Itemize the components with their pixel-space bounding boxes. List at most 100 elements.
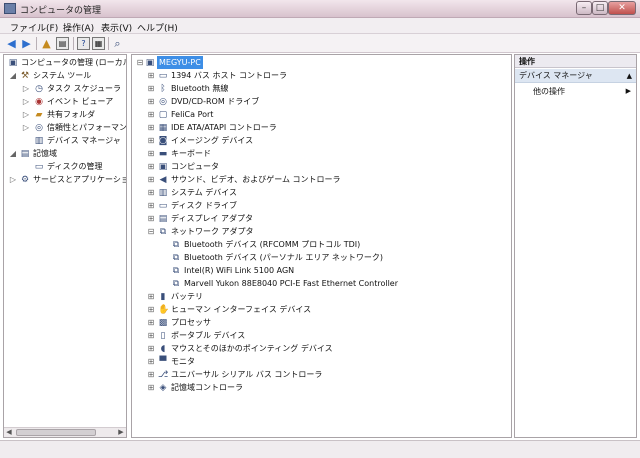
computer-icon: ▣ xyxy=(8,58,18,68)
device-category-storage-controller[interactable]: ⊞ ◈ 記憶域コントローラ xyxy=(134,381,504,394)
scroll-right-arrow-icon[interactable]: ▶ xyxy=(116,428,126,437)
network-adapter-item[interactable]: ⧉ Marvell Yukon 88E8040 PCI-E Fast Ethern… xyxy=(134,277,504,290)
back-arrow-icon[interactable]: ◀ xyxy=(5,37,18,50)
tree-item-system-tools[interactable]: ◢ ⚒ システム ツール xyxy=(6,69,126,82)
menu-file[interactable]: ファイル(F) xyxy=(10,21,58,34)
collapse-arrow-icon[interactable]: ◢ xyxy=(9,72,17,80)
close-button[interactable]: ✕ xyxy=(608,1,636,15)
show-hide-tree-icon[interactable]: ▤ xyxy=(56,37,69,50)
collapse-caret-icon[interactable]: ▲ xyxy=(627,69,632,83)
device-category-1394[interactable]: ⊞ ▭ 1394 バス ホスト コントローラ xyxy=(134,69,504,82)
device-category-computer[interactable]: ⊞ ▣ コンピュータ xyxy=(134,160,504,173)
mouse-icon: ◖ xyxy=(160,344,166,354)
expand-icon[interactable]: ⊞ xyxy=(147,371,155,379)
expand-icon[interactable]: ⊞ xyxy=(147,293,155,301)
expand-icon[interactable]: ⊞ xyxy=(147,345,155,353)
expand-arrow-icon[interactable]: ▷ xyxy=(22,111,30,119)
expand-arrow-icon[interactable]: ▷ xyxy=(22,85,30,93)
expand-icon[interactable]: ⊞ xyxy=(147,176,155,184)
expand-arrow-icon[interactable]: ▷ xyxy=(22,124,30,132)
keyboard-icon: ▬ xyxy=(158,149,168,159)
other-actions-item[interactable]: 他の操作 ▶ xyxy=(533,85,633,98)
tree-item-storage[interactable]: ◢ ▤ 記憶域 xyxy=(6,147,126,160)
help-icon[interactable]: ? xyxy=(77,37,90,50)
storage-icon: ▤ xyxy=(20,149,30,159)
device-category-felica[interactable]: ⊞ ▢ FeliCa Port xyxy=(134,108,504,121)
device-category-battery[interactable]: ⊞ ▮ バッテリ xyxy=(134,290,504,303)
network-adapter-icon: ⧉ xyxy=(172,266,180,276)
device-category-usb[interactable]: ⊞ ⎇ ユニバーサル シリアル バス コントローラ xyxy=(134,368,504,381)
device-category-disk-drive[interactable]: ⊞ ▭ ディスク ドライブ xyxy=(134,199,504,212)
maximize-button[interactable]: □ xyxy=(592,1,608,15)
tree-item-device-manager[interactable]: ▥ デバイス マネージャ xyxy=(6,134,126,147)
menu-view[interactable]: 表示(V) xyxy=(101,21,132,34)
menu-action[interactable]: 操作(A) xyxy=(63,21,94,34)
expand-icon[interactable]: ⊞ xyxy=(147,85,155,93)
device-category-network[interactable]: ⊟ ⧉ ネットワーク アダプタ xyxy=(134,225,504,238)
expand-arrow-icon[interactable]: ▷ xyxy=(9,176,17,184)
network-adapter-item[interactable]: ⧉ Bluetooth デバイス (RFCOMM プロトコル TDI) xyxy=(134,238,504,251)
expand-icon[interactable]: ⊞ xyxy=(147,124,155,132)
scroll-left-arrow-icon[interactable]: ◀ xyxy=(4,428,14,437)
tree-item-reliability[interactable]: ▷ ◎ 信頼性とパフォーマンス xyxy=(6,121,126,134)
properties-icon[interactable]: ▦ xyxy=(92,37,105,50)
network-adapter-icon: ⧉ xyxy=(172,240,180,250)
scroll-thumb[interactable] xyxy=(16,429,96,436)
expand-icon[interactable]: ⊞ xyxy=(147,202,155,210)
device-category-monitor[interactable]: ⊞ ▀ モニタ xyxy=(134,355,504,368)
expand-icon[interactable]: ⊞ xyxy=(147,319,155,327)
device-category-ide[interactable]: ⊞ ▦ IDE ATA/ATAPI コントローラ xyxy=(134,121,504,134)
toolbar: ◀ ▶ ▲ ▤ ? ▦ ⌕ xyxy=(0,34,640,53)
expand-icon[interactable]: ⊞ xyxy=(147,332,155,340)
forward-arrow-icon[interactable]: ▶ xyxy=(20,37,33,50)
device-tree-root[interactable]: ⊟ ▣ MEGYU-PC xyxy=(134,56,504,69)
device-category-dvd[interactable]: ⊞ ◎ DVD/CD-ROM ドライブ xyxy=(134,95,504,108)
device-category-processor[interactable]: ⊞ ▩ プロセッサ xyxy=(134,316,504,329)
device-category-bluetooth[interactable]: ⊞ ᛒ Bluetooth 無線 xyxy=(134,82,504,95)
device-category-keyboard[interactable]: ⊞ ▬ キーボード xyxy=(134,147,504,160)
ide-icon: ▦ xyxy=(158,123,168,133)
expand-icon[interactable]: ⊞ xyxy=(147,137,155,145)
expand-icon[interactable]: ⊞ xyxy=(147,189,155,197)
expand-icon[interactable]: ⊞ xyxy=(147,150,155,158)
expand-icon[interactable]: ⊞ xyxy=(147,384,155,392)
disk-icon: ▭ xyxy=(34,162,44,172)
collapse-arrow-icon[interactable]: ◢ xyxy=(9,150,17,158)
expand-icon[interactable]: ⊞ xyxy=(147,215,155,223)
left-horizontal-scrollbar[interactable]: ◀ ▶ xyxy=(4,427,126,437)
expand-icon[interactable]: ⊞ xyxy=(147,111,155,119)
felica-icon: ▢ xyxy=(158,110,168,120)
tree-item-shared-folders[interactable]: ▷ ▰ 共有フォルダ xyxy=(6,108,126,121)
tree-item-services[interactable]: ▷ ⚙ サービスとアプリケーション xyxy=(6,173,126,186)
device-category-speaker[interactable]: ⊞ ◀ サウンド、ビデオ、およびゲーム コントローラ xyxy=(134,173,504,186)
minimize-button[interactable]: – xyxy=(576,1,592,15)
scan-hardware-icon[interactable]: ⌕ xyxy=(111,37,124,50)
tools-icon: ⚒ xyxy=(20,71,30,81)
device-category-hid[interactable]: ⊞ ✋ ヒューマン インターフェイス デバイス xyxy=(134,303,504,316)
device-category-system-device[interactable]: ⊞ ▥ システム デバイス xyxy=(134,186,504,199)
1394-icon: ▭ xyxy=(158,71,168,81)
device-category-display-adapter[interactable]: ⊞ ▤ ディスプレイ アダプタ xyxy=(134,212,504,225)
tree-item-disk-management[interactable]: ▭ ディスクの管理 xyxy=(6,160,126,173)
network-adapter-item[interactable]: ⧉ Intel(R) WiFi Link 5100 AGN xyxy=(134,264,504,277)
device-category-camera[interactable]: ⊞ ◙ イメージング デバイス xyxy=(134,134,504,147)
menu-help[interactable]: ヘルプ(H) xyxy=(137,21,178,34)
disk-drive-icon: ▭ xyxy=(158,201,168,211)
tree-item-task-scheduler[interactable]: ▷ ◷ タスク スケジューラ xyxy=(6,82,126,95)
tree-item-root[interactable]: ▣ コンピュータの管理 (ローカル xyxy=(6,56,126,69)
expand-icon[interactable]: ⊞ xyxy=(147,358,155,366)
expand-icon[interactable]: ⊞ xyxy=(147,98,155,106)
expand-icon[interactable]: ⊞ xyxy=(147,163,155,171)
expand-icon[interactable]: ⊞ xyxy=(147,306,155,314)
expand-icon[interactable]: ⊞ xyxy=(147,72,155,80)
network-adapter-item[interactable]: ⧉ Bluetooth デバイス (パーソナル エリア ネットワーク) xyxy=(134,251,504,264)
up-folder-icon[interactable]: ▲ xyxy=(40,37,53,50)
collapse-icon[interactable]: ⊟ xyxy=(136,59,144,67)
device-category-mouse[interactable]: ⊞ ◖ マウスとそのほかのポインティング デバイス xyxy=(134,342,504,355)
expand-arrow-icon[interactable]: ▷ xyxy=(22,98,30,106)
collapse-icon[interactable]: ⊟ xyxy=(147,228,155,236)
event-viewer-icon: ◉ xyxy=(35,97,43,107)
actions-section-device-manager[interactable]: デバイス マネージャ ▲ xyxy=(515,69,636,83)
tree-item-event-viewer[interactable]: ▷ ◉ イベント ビューア xyxy=(6,95,126,108)
device-category-portable-device[interactable]: ⊞ ▯ ポータブル デバイス xyxy=(134,329,504,342)
